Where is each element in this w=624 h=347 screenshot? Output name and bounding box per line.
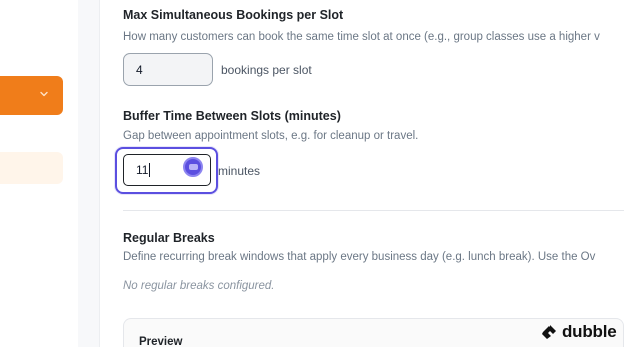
max-bookings-unit: bookings per slot <box>221 63 312 77</box>
app-root: Max Simultaneous Bookings per Slot How m… <box>0 0 624 347</box>
sidebar-select-dropdown[interactable] <box>0 76 63 115</box>
click-cursor-icon <box>183 157 203 177</box>
max-bookings-value: 4 <box>136 62 143 77</box>
buffer-time-unit: minutes <box>218 164 261 178</box>
buffer-time-label: Buffer Time Between Slots (minutes) <box>123 109 341 123</box>
regular-breaks-help: Define recurring break windows that appl… <box>123 251 596 263</box>
max-bookings-label: Max Simultaneous Bookings per Slot <box>123 8 344 22</box>
buffer-time-value: 11 <box>136 163 149 177</box>
settings-panel: Max Simultaneous Bookings per Slot How m… <box>101 0 624 347</box>
sidebar <box>0 0 78 347</box>
dubble-watermark-text: dubble <box>562 322 617 341</box>
dubble-logo-icon <box>542 325 556 339</box>
section-divider <box>123 210 624 211</box>
sidebar-item-highlighted[interactable] <box>0 152 63 184</box>
buffer-time-help: Gap between appointment slots, e.g. for … <box>123 130 419 142</box>
dubble-watermark: dubble <box>540 320 617 344</box>
max-bookings-help: How many customers can book the same tim… <box>123 31 600 43</box>
text-caret <box>149 163 151 177</box>
regular-breaks-empty-note: No regular breaks configured. <box>123 280 275 292</box>
preview-title: Preview <box>139 336 183 347</box>
sidebar-gutter <box>78 0 100 347</box>
max-bookings-input[interactable]: 4 <box>123 53 213 86</box>
chevron-down-icon[interactable] <box>39 89 49 99</box>
regular-breaks-label: Regular Breaks <box>123 231 215 245</box>
